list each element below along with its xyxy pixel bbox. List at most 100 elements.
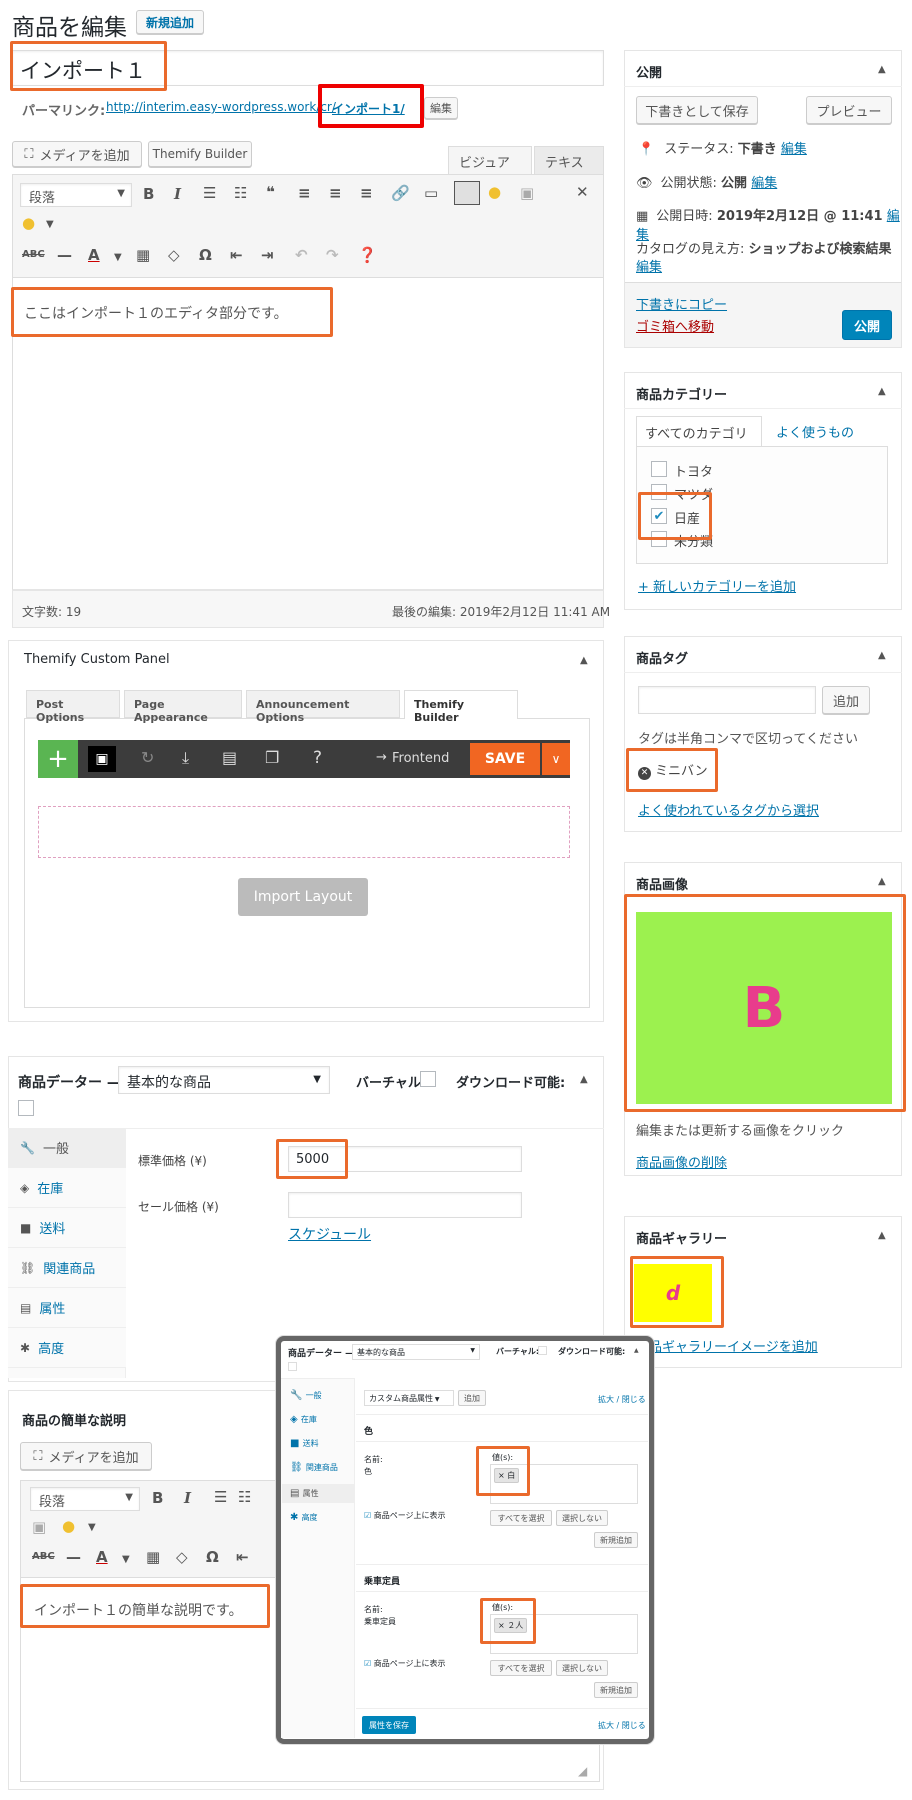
trash-link[interactable]: ゴミ箱へ移動 (636, 316, 714, 335)
chevron-down-icon[interactable]: ▼ (122, 1554, 130, 1565)
themify-builder-button[interactable]: Themify Builder (148, 141, 252, 167)
toolbar-toggle-icon[interactable] (454, 181, 480, 205)
popup-tab-attributes[interactable]: ▤ 属性 (282, 1484, 354, 1503)
tab-inventory[interactable]: ◈ 在庫 (8, 1168, 126, 1208)
collapse-arrow-icon[interactable]: ▲ (580, 655, 588, 666)
permalink-url[interactable]: http://interim.easy-wordpress.work/cr/ (106, 100, 336, 114)
tab-advanced[interactable]: ✱ 高度 (8, 1328, 126, 1368)
popup-tab-shipping[interactable]: ■ 送料 (290, 1438, 319, 1449)
permalink-edit-button[interactable]: 編集 (424, 97, 458, 119)
text-color-icon[interactable]: A (88, 246, 100, 264)
collapse-arrow-icon[interactable]: ▲ (878, 876, 886, 887)
tab-all-categories[interactable]: すべてのカテゴリー (636, 416, 762, 461)
popup-tab-advanced[interactable]: ✱ 高度 (290, 1512, 318, 1523)
popup-virtual-checkbox[interactable] (538, 1346, 547, 1355)
chevron-down-icon[interactable]: ▼ (114, 252, 122, 263)
status-edit-link[interactable]: 編集 (781, 142, 807, 157)
blockquote-icon[interactable]: ❝ (266, 183, 275, 201)
sale-price-input[interactable] (288, 1192, 522, 1218)
virtual-checkbox[interactable] (420, 1071, 436, 1087)
text-color-icon[interactable]: A (96, 1548, 108, 1566)
undo-icon[interactable]: ↶ (295, 246, 308, 264)
popup-custom-attr-select[interactable]: カスタム商品属性 ▼ (364, 1390, 454, 1406)
tab-general[interactable]: 🔧 一般 (8, 1128, 126, 1168)
hr-icon[interactable]: — (66, 1548, 81, 1566)
align-left-icon[interactable]: ≡ (298, 184, 311, 202)
strikethrough-icon[interactable]: ABC (22, 249, 45, 260)
collapse-arrow-icon[interactable]: ▲ (580, 1074, 588, 1085)
read-more-icon[interactable]: ▭ (424, 184, 438, 202)
schedule-link[interactable]: スケジュール (288, 1224, 371, 1244)
preview-button[interactable]: プレビュー (806, 96, 892, 124)
category-checkbox-toyota[interactable] (651, 461, 667, 477)
clear-format-icon[interactable]: ◇ (168, 246, 180, 264)
redo-icon[interactable]: ↻ (141, 748, 154, 767)
tag-add-button[interactable]: 追加 (822, 686, 870, 714)
choose-tags-link[interactable]: よく使われているタグから選択 (638, 800, 819, 819)
tab-visual[interactable]: ビジュアル (448, 146, 532, 190)
popup-attr1-select-all[interactable]: すべてを選択 (490, 1510, 552, 1526)
help-icon[interactable]: ❓ (358, 246, 377, 264)
tab-linked-products[interactable]: ⛓ 関連商品 (8, 1248, 126, 1288)
popup-type-select[interactable]: 基本的な商品 ▼ (352, 1344, 480, 1360)
catalog-edit-link[interactable]: 編集 (636, 256, 662, 275)
download-icon[interactable]: ⤓ (182, 748, 189, 768)
popup-attr1-select-none[interactable]: 選択しない (556, 1510, 608, 1526)
publish-button[interactable]: 公開 (842, 310, 892, 340)
redo-icon[interactable]: ↷ (326, 246, 339, 264)
numbered-list-icon[interactable]: ☷ (234, 184, 247, 202)
tab-announcement-options[interactable]: Announcement Options (246, 690, 400, 724)
numbered-list-icon[interactable]: ☷ (238, 1488, 251, 1506)
bold-icon[interactable]: B (152, 1489, 163, 1507)
popup-attr1-add-new[interactable]: 新規追加 (594, 1532, 638, 1548)
fullscreen-icon[interactable]: ✕ (576, 183, 589, 201)
collapse-arrow-icon[interactable]: ▲ (634, 1347, 639, 1354)
popup-save-attrs-button[interactable]: 属性を保存 (362, 1716, 416, 1734)
emoji-icon[interactable]: ● (488, 183, 501, 201)
align-right-icon[interactable]: ≡ (360, 184, 373, 202)
short-desc-add-media-button[interactable]: ⛶ メディアを追加 (20, 1442, 152, 1470)
tab-page-appearance[interactable]: Page Appearance (124, 690, 242, 724)
short-desc-format-select[interactable]: 段落 ▼ (30, 1487, 140, 1511)
tab-attributes[interactable]: ▤ 属性 (8, 1288, 126, 1328)
resize-handle-icon[interactable]: ◢ (578, 1764, 587, 1778)
add-category-link[interactable]: + 新しいカテゴリーを追加 (638, 576, 796, 595)
duplicate-icon[interactable]: ❐ (265, 748, 279, 767)
add-gallery-link[interactable]: 商品ギャラリーイメージを追加 (636, 1336, 818, 1355)
import-layout-button[interactable]: Import Layout (238, 878, 368, 916)
bullet-list-icon[interactable]: ☰ (214, 1488, 227, 1506)
popup-attr2-show-checkbox[interactable]: ☑ (364, 1659, 371, 1668)
collapse-arrow-icon[interactable]: ▲ (878, 386, 886, 397)
popup-tab-inventory[interactable]: ◈ 在庫 (290, 1414, 317, 1425)
tag-input[interactable] (638, 686, 816, 714)
emoji2-icon[interactable]: ● (22, 214, 35, 232)
special-char-icon[interactable]: Ω (199, 246, 212, 264)
chevron-down-icon[interactable]: ▼ (46, 219, 54, 230)
tab-shipping[interactable]: ■ 送料 (8, 1208, 126, 1248)
remove-product-image-link[interactable]: 商品画像の削除 (636, 1152, 727, 1171)
collapse-arrow-icon[interactable]: ▲ (878, 64, 886, 75)
indent-icon[interactable]: ⇥ (261, 246, 274, 264)
popup-attr2-add-new[interactable]: 新規追加 (594, 1682, 638, 1698)
help-text[interactable]: ? (313, 748, 322, 768)
builder-drop-zone[interactable] (38, 806, 570, 858)
popup-attr1-show-checkbox[interactable]: ☑ (364, 1511, 371, 1520)
paste-text-icon[interactable]: ▦ (136, 246, 150, 264)
clear-format-icon[interactable]: ◇ (176, 1548, 188, 1566)
tab-text[interactable]: テキスト (534, 146, 604, 190)
outdent-icon[interactable]: ⇤ (236, 1548, 249, 1566)
bold-icon[interactable]: B (143, 185, 154, 203)
shortcode-icon[interactable]: ▣ (520, 184, 534, 202)
collapse-arrow-icon[interactable]: ▲ (878, 1230, 886, 1241)
tab-themify-builder[interactable]: Themify Builder (404, 690, 518, 724)
builder-save-dropdown[interactable]: ∨ (542, 743, 570, 775)
italic-icon[interactable]: I (174, 185, 181, 203)
emoji-icon[interactable]: ● (62, 1517, 75, 1535)
add-new-button[interactable]: 新規追加 (136, 10, 204, 34)
collapse-arrow-icon[interactable]: ▲ (878, 650, 886, 661)
hr-icon[interactable]: — (57, 246, 72, 264)
popup-expand-link[interactable]: 拡大 / 閉じる (598, 1394, 646, 1405)
popup-attr2-select-none[interactable]: 選択しない (556, 1660, 608, 1676)
popup-add-button[interactable]: 追加 (458, 1390, 486, 1406)
bullet-list-icon[interactable]: ☰ (203, 184, 216, 202)
